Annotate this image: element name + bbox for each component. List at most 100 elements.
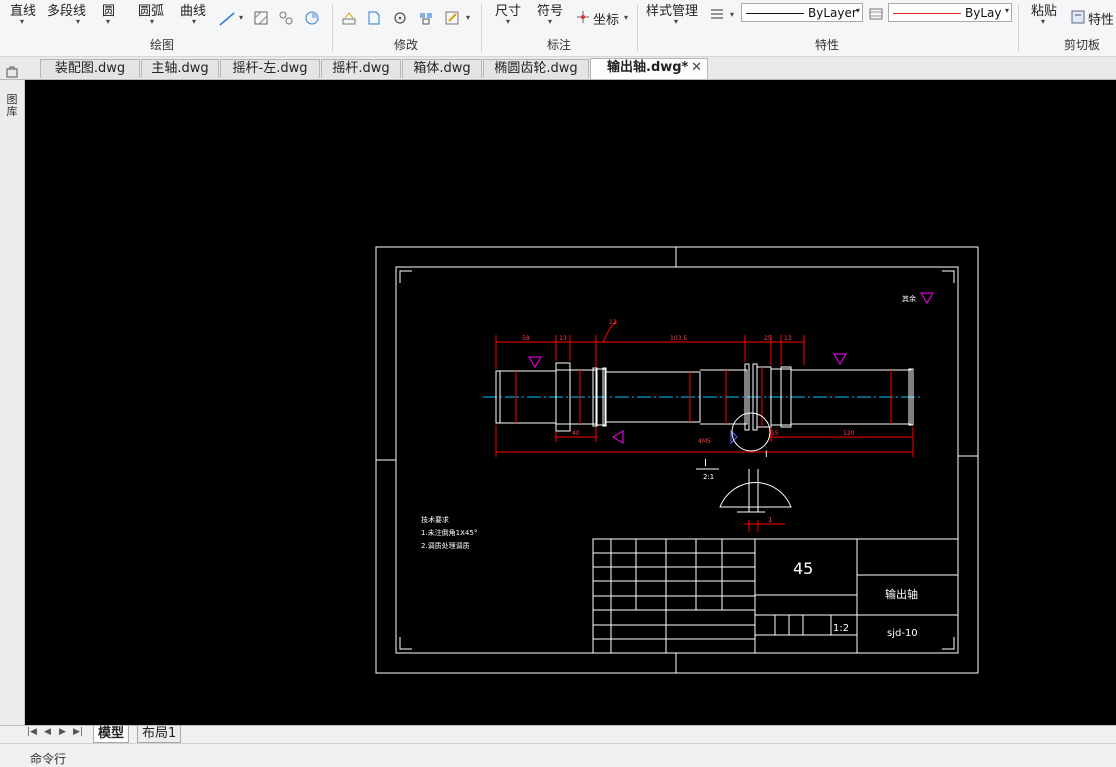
material-text: 45 <box>793 559 813 578</box>
detail-dim-text: 1 <box>768 516 772 524</box>
tab-label: 主轴.dwg <box>151 61 209 76</box>
edit-icon[interactable] <box>444 10 460 26</box>
library-panel[interactable]: 图库 <box>0 66 25 725</box>
dim-text: 13 <box>784 335 792 342</box>
detail-circle-label: I <box>765 450 768 460</box>
annotate-group: 尺寸 ▾ 符号 ▾ 坐标 ▾ 标注 <box>482 0 637 56</box>
clipboard-group-label: 剪切板 <box>1064 38 1101 52</box>
draw-group-label: 绘图 <box>150 38 175 52</box>
roughness-note-text: 其余 <box>902 294 916 303</box>
section-scale-text: 2:1 <box>703 473 714 481</box>
coordinate-button-label: 坐标 <box>593 13 620 28</box>
tab-elliptic-gear[interactable]: 椭圆齿轮.dwg <box>483 59 589 78</box>
tab-rocker[interactable]: 摇杆.dwg <box>321 59 401 78</box>
color-select[interactable]: ByLay ▾ <box>888 3 1012 22</box>
command-line[interactable]: 命令行 <box>0 743 1116 766</box>
tab-layout1[interactable]: 布局1 <box>137 726 182 743</box>
scale-text: 1:2 <box>833 623 849 634</box>
tab-label: 输出轴.dwg* <box>607 60 689 75</box>
dim-text: 40 <box>572 430 580 437</box>
linetype-value: ByLayer <box>808 6 857 20</box>
dim-text: 4M5 <box>698 438 711 445</box>
coordinate-button[interactable]: 坐标 ▾ <box>593 9 628 28</box>
tab-main-shaft[interactable]: 主轴.dwg <box>141 59 219 78</box>
tab-output-shaft[interactable]: 输出轴.dwg* ✕ <box>590 58 708 79</box>
stretch-icon[interactable] <box>341 10 357 26</box>
layout-tab-bar: |◀ ◀ ▶ ▶| 模型 布局1 <box>0 725 1116 743</box>
tab-model[interactable]: 模型 <box>93 726 130 743</box>
section-label-text: I <box>704 458 707 469</box>
line-button[interactable]: 直线 ▾ <box>10 0 36 26</box>
color-value: ByLay <box>965 6 1002 20</box>
hatch-icon[interactable] <box>253 10 269 26</box>
polyline-button-label: 多段线 <box>47 4 87 19</box>
lineweight-icon[interactable] <box>710 8 724 20</box>
dimension-texts: 58 13 12 103.5 25 13 40 4M5 15 120 <box>522 319 855 445</box>
drawing-canvas[interactable]: 其余 58 13 12 103.5 25 13 40 4M5 15 120 I … <box>25 80 1116 725</box>
linetype-select[interactable]: ByLayer ▾ <box>741 3 863 22</box>
array-icon[interactable] <box>418 10 434 26</box>
dim-text: 58 <box>522 335 530 342</box>
title-block-text: 45 输出轴 sjd-10 1:2 <box>793 559 918 639</box>
library-icon[interactable] <box>5 66 19 78</box>
dimension-button[interactable]: 尺寸 ▾ <box>495 0 521 26</box>
curve-button[interactable]: 曲线 ▾ <box>180 0 206 26</box>
tab-label: 摇杆.dwg <box>332 61 390 76</box>
properties-group-label: 特性 <box>815 38 840 52</box>
arc-button[interactable]: 圆弧 ▾ <box>138 0 164 26</box>
drawing-number-text: sjd-10 <box>887 628 918 639</box>
rotate-icon[interactable] <box>392 10 408 26</box>
prev-layout-icon[interactable]: ◀ <box>44 727 51 737</box>
detail-circle: I <box>731 412 771 460</box>
dim-text: 15 <box>771 430 779 437</box>
modify-group-label: 修改 <box>394 38 419 52</box>
modify-group: ▾ 修改 <box>333 0 481 56</box>
part-name-text: 输出轴 <box>885 587 918 601</box>
tab-label: 布局1 <box>142 726 177 741</box>
paste-button[interactable]: 粘贴 ▾ <box>1031 0 1057 26</box>
roughness-note: 其余 <box>902 292 934 304</box>
tab-housing[interactable]: 箱体.dwg <box>402 59 482 78</box>
tab-label: 箱体.dwg <box>413 61 471 76</box>
drawing-svg[interactable]: 其余 58 13 12 103.5 25 13 40 4M5 15 120 I … <box>25 80 1116 725</box>
tab-rocker-left[interactable]: 摇杆-左.dwg <box>220 59 320 78</box>
symbol-button[interactable]: 符号 ▾ <box>537 0 563 26</box>
tab-label: 模型 <box>98 726 125 741</box>
roughness-symbol <box>920 292 934 304</box>
document-tab-bar: 装配图.dwg 主轴.dwg 摇杆-左.dwg 摇杆.dwg 箱体.dwg 椭圆… <box>0 57 1116 80</box>
color-swatch-icon[interactable] <box>869 8 883 20</box>
last-layout-icon[interactable]: ▶| <box>73 727 83 737</box>
clipboard-properties-button[interactable]: 特性 <box>1088 9 1114 28</box>
detail-view <box>719 469 792 532</box>
region-icon[interactable] <box>278 10 294 26</box>
style-manager-button[interactable]: 样式管理 ▾ <box>646 0 699 26</box>
annotate-group-label: 标注 <box>547 38 572 52</box>
dim-text: 25 <box>764 335 772 342</box>
match-properties-icon[interactable] <box>1071 10 1085 24</box>
next-layout-icon[interactable]: ▶ <box>59 727 66 737</box>
scale-icon[interactable] <box>366 10 382 26</box>
tab-label: 摇杆-左.dwg <box>232 61 308 76</box>
style-manager-label: 样式管理 <box>646 4 699 19</box>
command-line-label: 命令行 <box>30 752 67 766</box>
ray-icon[interactable] <box>218 11 236 27</box>
first-layout-icon[interactable]: |◀ <box>27 727 37 737</box>
library-panel-label: 图库 <box>6 93 18 118</box>
tech-req-title: 技术要求 <box>421 515 449 524</box>
properties-group: 样式管理 ▾ ▾ ByLayer ▾ ByLay ▾ 特性 <box>638 0 1018 56</box>
dim-text: 120 <box>843 430 855 437</box>
polyline-button[interactable]: 多段线 ▾ <box>47 0 87 26</box>
close-tab-icon[interactable]: ✕ <box>691 59 702 77</box>
dim-text: 13 <box>559 335 567 342</box>
tech-req-item: 1.未注倒角1X45° <box>421 528 477 537</box>
clipboard-properties-label: 特性 <box>1088 13 1115 28</box>
boundary-icon[interactable] <box>304 10 320 26</box>
draw-group: 直线 ▾ 多段线 ▾ 圆 ▾ 圆弧 ▾ 曲线 ▾ ▾ 绘图 <box>0 0 332 56</box>
coordinate-icon[interactable] <box>576 10 590 24</box>
circle-button[interactable]: 圆 ▾ <box>102 0 115 26</box>
section-label: I 2:1 <box>696 458 719 481</box>
dim-text: 103.5 <box>670 335 687 342</box>
sheet-frame <box>375 246 979 674</box>
tab-assembly[interactable]: 装配图.dwg <box>40 59 140 78</box>
clipboard-group: 粘贴 ▾ 特性 剪切板 <box>1019 0 1116 56</box>
